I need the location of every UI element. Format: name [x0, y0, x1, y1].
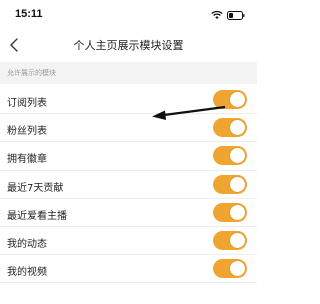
- list-item-label: 最近7天贡献: [7, 182, 64, 194]
- my-videos-toggle[interactable]: [213, 259, 247, 279]
- toggle-knob: [230, 120, 245, 136]
- list-item-label: 订阅列表: [7, 98, 47, 109]
- section-header-label: 允许展示的模块: [7, 69, 56, 77]
- my-posts-toggle[interactable]: [213, 230, 247, 250]
- list-item-my-posts: 我的动态: [0, 227, 257, 256]
- toggle-knob: [230, 232, 245, 248]
- section-header: 允许展示的模块: [0, 62, 257, 84]
- recent-contribution-toggle[interactable]: [213, 174, 247, 194]
- list-item-my-videos: 我的视频: [0, 255, 257, 284]
- status-bar: 15:11: [0, 0, 257, 26]
- list-item-recent-streamers: 最近爱看主播: [0, 199, 257, 227]
- battery-icon: [227, 5, 245, 24]
- list-item-recent-contribution: 最近7天贡献: [0, 171, 257, 199]
- toggle-knob: [230, 204, 245, 220]
- page-title: 个人主页展示模块设置: [73, 39, 184, 52]
- badges-toggle[interactable]: [213, 146, 247, 166]
- annotation-arrow-icon: [152, 105, 226, 120]
- recent-streamers-toggle[interactable]: [213, 202, 247, 222]
- toggle-knob: [230, 148, 245, 164]
- wifi-icon: [211, 5, 223, 24]
- toggle-knob: [230, 261, 245, 277]
- status-icons: [211, 9, 245, 20]
- list-item-badges: 拥有徽章: [0, 142, 257, 171]
- list-item-label: 拥有徽章: [7, 154, 47, 166]
- status-time: 15:11: [15, 8, 43, 20]
- list-item-label: 粉丝列表: [7, 126, 47, 138]
- toggle-knob: [230, 176, 245, 192]
- list-item-label: 我的视频: [7, 267, 47, 279]
- toggle-knob: [230, 92, 245, 107]
- list-item-label: 我的动态: [7, 238, 47, 250]
- list-item-label: 最近爱看主播: [7, 210, 67, 222]
- nav-bar: 个人主页展示模块设置: [0, 28, 257, 62]
